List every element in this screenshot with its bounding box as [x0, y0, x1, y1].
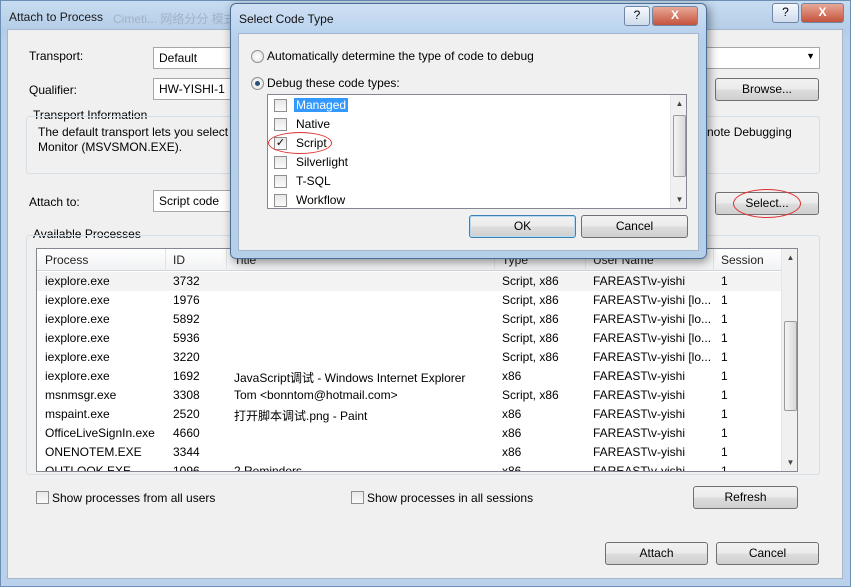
highlight-ellipse-script: [268, 132, 332, 154]
table-row[interactable]: iexplore.exe 1692 JavaScript调试 - Windows…: [37, 367, 781, 386]
code-type-tsql[interactable]: T-SQL: [274, 173, 654, 191]
transport-info-text-left: The default transport lets you select: [38, 125, 229, 139]
table-row[interactable]: msnmsgr.exe 3308 Tom <bonntom@hotmail.co…: [37, 386, 781, 405]
select-code-type-dialog: Select Code Type ? X Automatically deter…: [230, 3, 707, 259]
process-list-scrollbar[interactable]: ▲ ▼: [781, 249, 797, 471]
debug-types-radio[interactable]: [251, 77, 264, 90]
show-all-sessions-checkbox[interactable]: [351, 491, 364, 504]
refresh-button[interactable]: Refresh: [693, 486, 798, 509]
dialog-client-area: Automatically determine the type of code…: [238, 33, 699, 251]
process-list[interactable]: Process ID Title Type User Name Session …: [36, 248, 798, 472]
managed-checkbox[interactable]: [274, 99, 287, 112]
attach-button[interactable]: Attach: [605, 542, 708, 565]
debug-types-label[interactable]: Debug these code types:: [267, 76, 400, 90]
scrollbar-thumb[interactable]: [784, 321, 797, 411]
scroll-up-icon[interactable]: ▲: [782, 249, 797, 266]
dialog-close-button[interactable]: X: [652, 6, 698, 26]
help-button[interactable]: ?: [772, 3, 799, 23]
table-row[interactable]: iexplore.exe 5936 Script, x86 FAREAST\v-…: [37, 329, 781, 348]
dialog-title: Select Code Type: [239, 12, 334, 26]
column-header-process[interactable]: Process: [45, 253, 88, 267]
table-row[interactable]: iexplore.exe 1976 Script, x86 FAREAST\v-…: [37, 291, 781, 310]
show-all-sessions-label[interactable]: Show processes in all sessions: [367, 491, 533, 505]
code-type-native[interactable]: Native: [274, 116, 654, 134]
code-type-scrollbar[interactable]: ▲ ▼: [670, 95, 686, 208]
auto-detect-radio[interactable]: [251, 50, 264, 63]
table-row[interactable]: OfficeLiveSignIn.exe 4660 x86 FAREAST\v-…: [37, 424, 781, 443]
highlight-ellipse-select: [733, 189, 801, 218]
code-type-managed[interactable]: Managed: [274, 97, 654, 115]
table-row[interactable]: iexplore.exe 3732 Script, x86 FAREAST\v-…: [37, 272, 781, 291]
browse-button[interactable]: Browse...: [715, 78, 819, 101]
table-row[interactable]: mspaint.exe 2520 打开脚本调试.png - Paint x86 …: [37, 405, 781, 424]
column-header-session[interactable]: Session: [721, 253, 764, 267]
cancel-button[interactable]: Cancel: [716, 542, 819, 565]
code-type-list[interactable]: Managed Native ✓ Script Silverlight T-SQ…: [267, 94, 687, 209]
show-all-users-label[interactable]: Show processes from all users: [52, 491, 215, 505]
code-type-workflow[interactable]: Workflow: [274, 192, 654, 208]
code-type-silverlight[interactable]: Silverlight: [274, 154, 654, 172]
column-header-id[interactable]: ID: [173, 253, 185, 267]
table-row[interactable]: iexplore.exe 3220 Script, x86 FAREAST\v-…: [37, 348, 781, 367]
dialog-cancel-button[interactable]: Cancel: [581, 215, 688, 238]
qualifier-label: Qualifier:: [29, 83, 78, 97]
scroll-down-icon[interactable]: ▼: [671, 191, 686, 208]
background-window-title: Cimeti... 网络分分 模式: [113, 12, 236, 26]
scrollbar-thumb[interactable]: [673, 115, 686, 177]
dialog-help-button[interactable]: ?: [624, 6, 650, 26]
silverlight-checkbox[interactable]: [274, 156, 287, 169]
workflow-checkbox[interactable]: [274, 194, 287, 207]
table-row[interactable]: OUTLOOK.EXE 1096 2 Reminders x86 FAREAST…: [37, 462, 781, 471]
transport-value: Default: [159, 51, 198, 65]
tsql-checkbox[interactable]: [274, 175, 287, 188]
native-checkbox[interactable]: [274, 118, 287, 131]
auto-detect-label[interactable]: Automatically determine the type of code…: [267, 49, 534, 63]
scroll-down-icon[interactable]: ▼: [782, 454, 797, 471]
transport-info-text-right: note Debugging: [707, 125, 792, 139]
close-button[interactable]: X: [801, 3, 844, 23]
chevron-down-icon: ▼: [806, 51, 815, 61]
transport-info-text-line2: Monitor (MSVSMON.EXE).: [38, 140, 183, 154]
ok-button[interactable]: OK: [469, 215, 576, 238]
transport-label: Transport:: [29, 49, 84, 63]
attach-to-label: Attach to:: [29, 195, 80, 209]
window-title: Attach to Process: [9, 10, 104, 24]
table-row[interactable]: iexplore.exe 5892 Script, x86 FAREAST\v-…: [37, 310, 781, 329]
show-all-users-checkbox[interactable]: [36, 491, 49, 504]
table-row[interactable]: ONENOTEM.EXE 3344 x86 FAREAST\v-yishi 1: [37, 443, 781, 462]
scroll-up-icon[interactable]: ▲: [671, 95, 686, 112]
